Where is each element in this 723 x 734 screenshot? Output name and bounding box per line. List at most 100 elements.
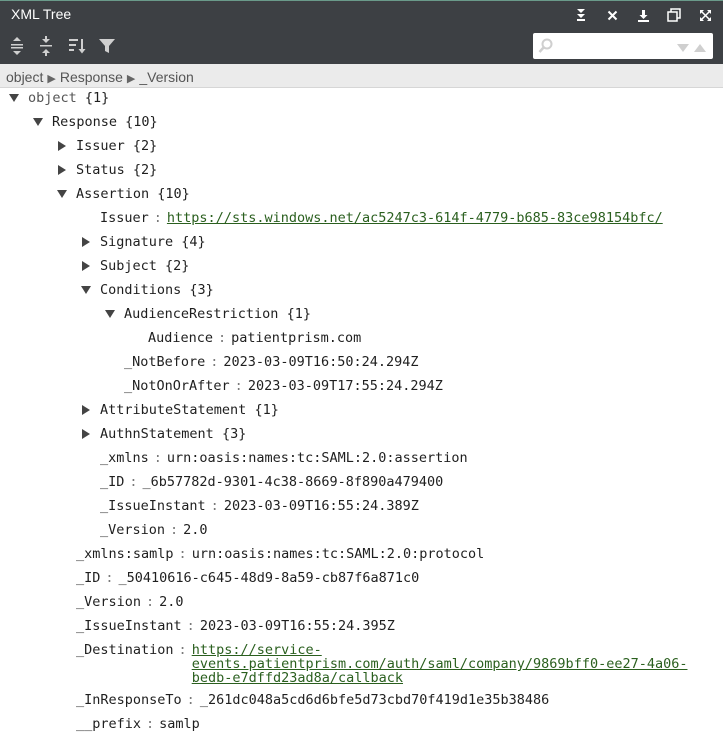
tree-leaf-in-response-to: _InResponseTo: _261dc048a5cd6d6bfe5d73cbd… (76, 690, 549, 712)
filter-icon[interactable] (96, 36, 118, 56)
search-next-icon[interactable] (676, 40, 690, 58)
expanded-arrow-icon[interactable] (56, 188, 68, 200)
node-count: {2} (132, 162, 158, 178)
search-prev-icon[interactable] (693, 40, 707, 58)
collapsed-arrow-icon[interactable] (56, 140, 68, 152)
window-title: XML Tree (11, 6, 72, 22)
node-count: {1} (84, 90, 110, 106)
leaf-value: _261dc048a5cd6d6bfe5d73cbd70f419d1e35b38… (199, 692, 550, 708)
issuer-link[interactable]: https://sts.windows.net/ac5247c3-614f-47… (167, 210, 663, 226)
expanded-arrow-icon[interactable] (8, 92, 20, 104)
colon-separator: : (153, 450, 162, 466)
leaf-value: _6b57782d-9301-4c38-8669-8f890a479400 (142, 474, 444, 490)
search-input[interactable] (557, 36, 675, 56)
node-count: {10} (125, 114, 158, 130)
colon-separator: : (146, 594, 155, 610)
node-key: Assertion (76, 186, 150, 202)
tree-leaf-xmlns-samlp: _xmlns:samlp: urn:oasis:names:tc:SAML:2.0… (76, 544, 484, 566)
breadcrumb-response[interactable]: Response (60, 69, 123, 85)
collapse-all-icon[interactable] (35, 36, 57, 56)
leaf-key: _xmlns (100, 450, 149, 466)
leaf-key: _IssueInstant (76, 618, 182, 634)
tree-node-status[interactable]: Status {2} (56, 160, 157, 182)
leaf-value: urn:oasis:names:tc:SAML:2.0:assertion (166, 450, 468, 466)
breadcrumb-object[interactable]: object (6, 69, 43, 85)
leaf-key: _NotBefore (124, 354, 206, 370)
node-key: AuthnStatement (100, 426, 214, 442)
node-count: {2} (165, 258, 190, 274)
colon-separator: : (178, 642, 187, 658)
tree-leaf-response-issue-instant: _IssueInstant:2023-03-09T16:55:24.395Z (76, 616, 395, 638)
leaf-key: _ID (100, 474, 125, 490)
colon-separator: : (186, 692, 195, 708)
tree-leaf-assertion-version: _Version:2.0 (100, 520, 208, 542)
leaf-key: _xmlns:samlp (76, 546, 174, 562)
expanded-arrow-icon[interactable] (32, 116, 44, 128)
colon-separator: : (153, 210, 162, 226)
tree-leaf-assertion-id: _ID: _6b57782d-9301-4c38-8669-8f890a47940… (100, 472, 443, 494)
colon-separator: : (234, 378, 243, 394)
collapsed-arrow-icon[interactable] (80, 236, 92, 248)
search-icon (538, 38, 554, 59)
tree-node-attribute-statement[interactable]: AttributeStatement {1} (80, 400, 279, 422)
tree-node-audience-restriction[interactable]: AudienceRestriction {1} (104, 304, 311, 326)
leaf-value: 2023-03-09T16:50:24.294Z (223, 354, 419, 370)
collapsed-arrow-icon[interactable] (56, 164, 68, 176)
expanded-arrow-icon[interactable] (80, 284, 92, 296)
destination-link[interactable]: https://service-events.patientprism.com/… (192, 640, 688, 685)
copy-icon[interactable] (664, 6, 684, 24)
leaf-value: 2023-03-09T17:55:24.294Z (247, 378, 443, 394)
colon-separator: : (210, 498, 219, 514)
breadcrumb-version[interactable]: _Version (139, 69, 193, 85)
collapsed-arrow-icon[interactable] (80, 428, 92, 440)
close-icon[interactable] (602, 6, 622, 24)
title-bar: XML Tree (0, 0, 723, 28)
tree-leaf-assertion-issue-instant: _IssueInstant:2023-03-09T16:55:24.389Z (100, 496, 419, 518)
tree-leaf-prefix: __prefix: samlp (76, 714, 200, 734)
window-controls (571, 6, 715, 24)
leaf-value: samlp (159, 716, 200, 732)
colon-separator: : (218, 330, 227, 346)
leaf-value: _50410616-c645-48d9-8a59-cb87f6a871c0 (118, 570, 420, 586)
breadcrumb: object ▶ Response ▶ _Version (0, 64, 723, 88)
expand-all-icon[interactable] (6, 36, 28, 56)
tree-node-response[interactable]: Response {10} (32, 112, 158, 134)
tree-node-subject[interactable]: Subject {2} (80, 256, 189, 278)
tree-node-object[interactable]: object {1} (8, 88, 109, 110)
leaf-key: _NotOnOrAfter (124, 378, 230, 394)
tree-leaf-not-before: _NotBefore:2023-03-09T16:50:24.294Z (124, 352, 419, 374)
tree-leaf-response-id: _ID: _50410616-c645-48d9-8a59-cb87f6a871c… (76, 568, 419, 590)
node-count: {1} (254, 402, 279, 418)
tree-node-issuer[interactable]: Issuer {2} (56, 136, 157, 158)
collapsed-arrow-icon[interactable] (80, 404, 92, 416)
leaf-key: _ID (76, 570, 101, 586)
leaf-key: _Destination (76, 642, 174, 658)
colon-separator: : (129, 474, 138, 490)
colon-separator: : (105, 570, 114, 586)
destination-link-line[interactable]: bedb-e7dffd23ad8a/callback (192, 670, 403, 686)
node-count: {4} (181, 234, 206, 250)
collapse-down-icon[interactable] (571, 6, 591, 24)
leaf-key: _Version (76, 594, 142, 610)
leaf-value: patientprism.com (231, 330, 362, 346)
tree-node-assertion[interactable]: Assertion {10} (56, 184, 190, 206)
tree-leaf-destination: _Destination: https://service-events.pati… (76, 640, 687, 692)
leaf-value: 2023-03-09T16:55:24.389Z (223, 498, 419, 514)
search-box (533, 33, 713, 59)
tree-node-authn-statement[interactable]: AuthnStatement {3} (80, 424, 246, 446)
colon-separator: : (186, 618, 195, 634)
collapsed-arrow-icon[interactable] (80, 260, 92, 272)
node-key: Signature (100, 234, 174, 250)
download-icon[interactable] (633, 6, 653, 24)
colon-separator: : (178, 546, 187, 562)
node-key: object (28, 90, 77, 106)
sort-icon[interactable] (66, 36, 88, 56)
tree-node-conditions[interactable]: Conditions {3} (80, 280, 214, 302)
colon-separator: : (170, 522, 179, 538)
node-key: Subject (100, 258, 157, 274)
expanded-arrow-icon[interactable] (104, 308, 116, 320)
node-count: {3} (189, 282, 214, 298)
tree-node-signature[interactable]: Signature {4} (80, 232, 206, 254)
expand-window-icon[interactable] (695, 6, 715, 24)
tree-leaf-assertion-issuer: Issuer: https://sts.windows.net/ac5247c3-… (100, 208, 663, 230)
